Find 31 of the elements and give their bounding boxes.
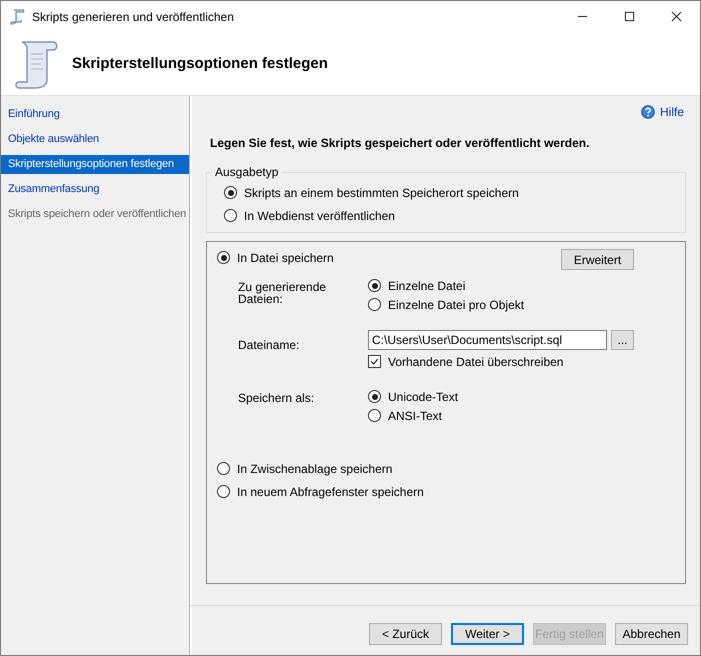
wizard-button[interactable]: < Zurück xyxy=(369,623,442,645)
save-as-label: Speichern als: xyxy=(238,390,316,407)
help-icon xyxy=(640,105,655,119)
radio-option[interactable]: Einzelne Datei xyxy=(368,276,466,295)
checkmark-icon xyxy=(369,356,380,367)
radio-option[interactable]: ANSI-Text xyxy=(368,406,442,425)
radio-option[interactable]: In Datei speichern xyxy=(217,246,334,269)
files-label: Zu generierende Dateien: xyxy=(238,279,328,308)
wizard-button[interactable]: Abbrechen xyxy=(615,623,688,645)
group-legend: Ausgabetyp xyxy=(212,165,282,179)
radio-option[interactable]: Unicode-Text xyxy=(368,387,458,406)
browse-button[interactable]: ... xyxy=(611,330,634,350)
nav-item[interactable]: Zusammenfassung xyxy=(1,180,189,199)
radio-option[interactable]: In Zwischenablage speichern xyxy=(217,457,392,480)
help-link[interactable]: Hilfe xyxy=(640,105,684,119)
radio-option[interactable]: Skripts an einem bestimmten Speicherort speichern xyxy=(224,181,519,204)
filename-label: Dateiname: xyxy=(238,337,300,354)
nav-item[interactable]: Einführung xyxy=(1,105,189,124)
checkbox-option[interactable]: Vorhandene Datei überschreiben xyxy=(368,352,564,371)
instruction-text: Legen Sie fest, wie Skripts gespeichert oder veröffentlicht werden. xyxy=(210,136,590,150)
scroll-icon xyxy=(10,8,26,24)
radio-option[interactable]: In Webdienst veröffentlichen xyxy=(224,204,395,227)
page-title: Skripterstellungsoptionen festlegen xyxy=(72,55,328,72)
window-title: Skripts generieren und veröffentlichen xyxy=(32,10,234,24)
nav-item[interactable]: Objekte auswählen xyxy=(1,130,189,149)
radio-option[interactable]: Einzelne Datei pro Objekt xyxy=(368,295,524,314)
advanced-button[interactable]: Erweitert xyxy=(561,249,634,270)
nav-item[interactable]: Skripterstellungsoptionen festlegen xyxy=(1,155,189,174)
radio-option[interactable]: In neuem Abfragefenster speichern xyxy=(217,480,424,503)
filename-field[interactable]: C:\Users\User\Documents\script.sql xyxy=(368,330,607,350)
wizard-button[interactable]: Weiter > xyxy=(451,623,524,645)
